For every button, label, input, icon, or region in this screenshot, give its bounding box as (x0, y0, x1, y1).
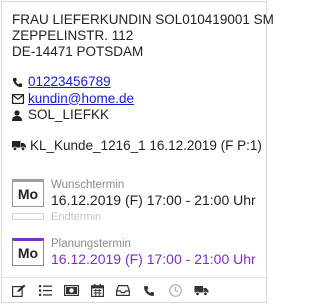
email-link[interactable]: kundin@home.de (28, 91, 134, 108)
address-line-street: ZEPPELINSTR. 112 (12, 28, 134, 43)
money-icon[interactable] (58, 281, 84, 301)
planned-appointment-value: 16.12.2019 (F) 17:00 - 21:00 Uhr (51, 251, 256, 267)
edit-icon[interactable] (6, 281, 32, 301)
user-name: SOL_LIEFKK (28, 107, 110, 122)
planned-appointment-label: Planungstermin (51, 238, 131, 250)
phone-row: 01223456789 (12, 74, 134, 91)
envelope-icon (12, 93, 28, 104)
weekday-badge: Mo (12, 238, 44, 266)
user-row: SOL_LIEFKK (12, 107, 134, 124)
order-card: FRAU LIEFERKUNDIN SOL010419001 SM ZEPPEL… (1, 1, 274, 303)
phone-link[interactable]: 01223456789 (28, 74, 111, 91)
list-icon[interactable] (32, 281, 58, 301)
shipment-text: KL_Kunde_1216_1 16.12.2019 (F P:1) (30, 138, 262, 153)
phone-icon (12, 77, 28, 88)
truck-icon (12, 140, 30, 151)
truck-icon[interactable] (188, 281, 214, 301)
address-line-city: DE-14471 POTSDAM (12, 44, 144, 59)
user-icon (12, 110, 28, 121)
contact-block: 01223456789 kundin@home.de SOL_LIEFKK (12, 74, 134, 124)
wish-appointment-value: 16.12.2019 (F) 17:00 - 21:00 Uhr (51, 192, 256, 208)
action-toolbar (2, 277, 268, 303)
end-appointment-label: Endtermin (51, 211, 102, 223)
calendar-icon[interactable] (84, 281, 110, 301)
wish-appointment-label: Wunschtermin (51, 179, 125, 191)
weekday-badge: Mo (12, 179, 44, 207)
address-block: FRAU LIEFERKUNDIN SOL010419001 SM ZEPPEL… (12, 12, 274, 60)
shipment-row: KL_Kunde_1216_1 16.12.2019 (F P:1) (12, 138, 262, 153)
email-row: kundin@home.de (12, 91, 134, 108)
phone-icon[interactable] (136, 281, 162, 301)
address-line-name: FRAU LIEFERKUNDIN SOL010419001 SM (12, 12, 274, 27)
clock-icon[interactable] (162, 281, 188, 301)
end-appointment-bar (12, 213, 44, 220)
inbox-icon[interactable] (110, 281, 136, 301)
